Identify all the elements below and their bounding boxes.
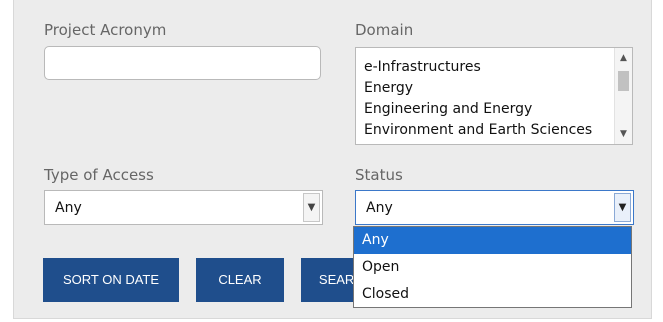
domain-option[interactable]: Engineering and Energy xyxy=(356,99,592,120)
domain-scrollbar[interactable]: ▲ ▼ xyxy=(614,48,632,144)
domain-option[interactable]: Environment and Earth Sciences xyxy=(356,120,592,141)
chevron-down-icon[interactable]: ▼ xyxy=(303,193,320,222)
clear-button[interactable]: CLEAR xyxy=(196,258,284,302)
status-dropdown-list: Any Open Closed xyxy=(353,226,632,308)
type-of-access-select[interactable]: Any ▼ xyxy=(44,190,323,225)
domain-option[interactable]: e-Infrastructures xyxy=(356,57,592,78)
status-select[interactable]: Any ▼ xyxy=(355,190,634,225)
project-acronym-input[interactable] xyxy=(44,46,321,80)
type-of-access-value: Any xyxy=(55,200,82,216)
status-label: Status xyxy=(355,166,403,184)
status-option-any[interactable]: Any xyxy=(354,227,631,254)
chevron-down-icon[interactable]: ▼ xyxy=(614,193,631,222)
domain-option[interactable]: Energy xyxy=(356,78,592,99)
status-option-open[interactable]: Open xyxy=(354,254,631,281)
sort-on-date-button[interactable]: SORT ON DATE xyxy=(43,258,179,302)
scroll-down-icon[interactable]: ▼ xyxy=(615,126,632,142)
type-of-access-label: Type of Access xyxy=(44,166,154,184)
domain-label: Domain xyxy=(355,21,414,39)
status-option-closed[interactable]: Closed xyxy=(354,281,631,308)
domain-listbox[interactable]: e-Infrastructures Energy Engineering and… xyxy=(355,47,633,145)
project-acronym-label: Project Acronym xyxy=(44,21,167,39)
status-value: Any xyxy=(366,200,393,216)
scrollbar-thumb[interactable] xyxy=(618,71,629,91)
scroll-up-icon[interactable]: ▲ xyxy=(615,50,632,66)
